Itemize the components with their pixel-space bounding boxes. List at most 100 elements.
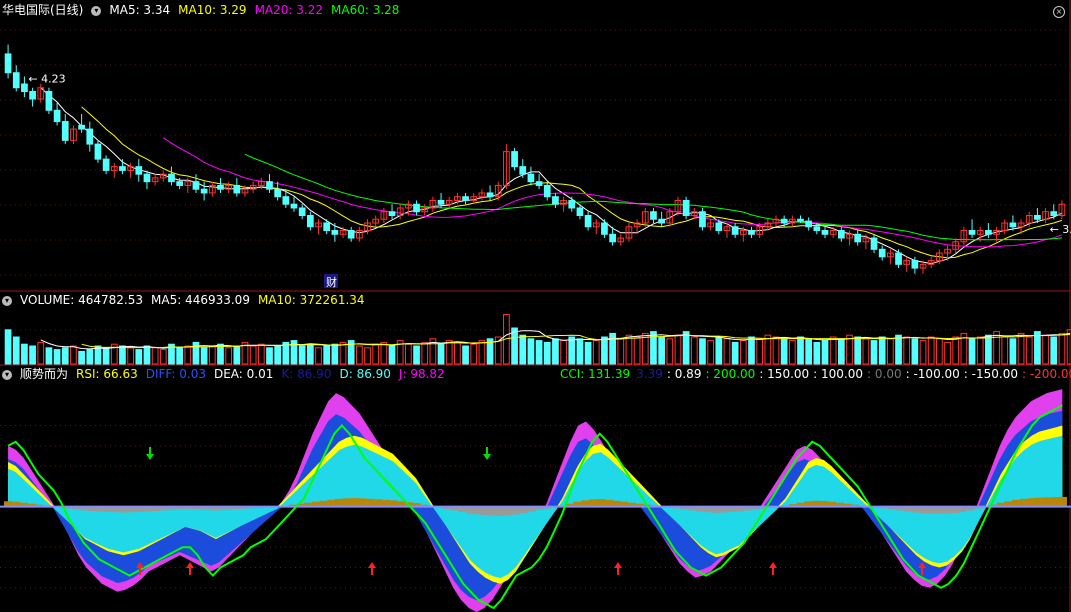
volume-bar (388, 345, 396, 365)
candle (821, 230, 829, 235)
volume-bar (756, 338, 764, 365)
volume-bar (674, 334, 682, 365)
candle (1050, 211, 1058, 216)
chevron-down-icon[interactable]: ▾ (2, 369, 12, 380)
high-price-label: ← 4.23 (28, 72, 65, 85)
volume-bar (413, 345, 420, 365)
candle (21, 83, 28, 93)
candle (200, 188, 208, 194)
candle (413, 203, 420, 213)
volume-bar (682, 331, 690, 365)
candle (731, 226, 739, 235)
volume-bar (70, 345, 77, 365)
ma60-label: MA60: 3.28 (331, 3, 400, 17)
candle (511, 151, 518, 168)
volume-bar (519, 334, 527, 365)
volume-bar (45, 347, 53, 365)
indicator-name[interactable]: 顺势而为 (20, 367, 68, 381)
volume-bar (895, 334, 902, 365)
volume-bar (217, 343, 224, 365)
volume-bar (29, 345, 36, 365)
candle (682, 199, 690, 216)
volume-bar (78, 350, 85, 365)
cci-label: CCI: 131.39 (560, 367, 631, 381)
macd-bar (350, 498, 359, 507)
macd-bar (1027, 498, 1037, 507)
macd-bar (358, 498, 367, 507)
candle (813, 226, 821, 232)
candle (1034, 214, 1041, 220)
candle (911, 260, 919, 269)
volume-bar (257, 343, 265, 365)
level-neg150-label: : -150.00 (963, 367, 1018, 381)
volume-bar (592, 340, 600, 365)
diff-label: DIFF: 0.03 (145, 367, 206, 381)
volume-bar (1058, 332, 1066, 365)
candle (94, 143, 102, 160)
volume-bar (617, 338, 625, 365)
volume-ma5-label: MA5: 446933.09 (151, 293, 250, 307)
kdj-j-area (8, 389, 1063, 612)
candle (4, 53, 12, 74)
volume-bar (331, 343, 339, 365)
level-0-label: : 0.00 (867, 367, 902, 381)
volume-bar (1025, 336, 1033, 365)
volume-bar (723, 338, 731, 365)
volume-bar (748, 336, 755, 365)
buy-arrow-icon (368, 562, 376, 575)
candle (266, 181, 273, 190)
macd-bar (373, 499, 383, 507)
candle (168, 173, 175, 183)
volume-bar (405, 343, 412, 365)
close-icon[interactable]: × (1053, 6, 1065, 18)
volume-bar (715, 336, 723, 365)
sell-arrow-icon (483, 447, 491, 460)
volume-bar (699, 338, 706, 365)
volume-bar (135, 349, 143, 365)
macd-bar (465, 506, 475, 514)
volume-bar (560, 340, 567, 365)
volume-bar (976, 336, 984, 365)
stock-title[interactable]: 华电国际(日线) (2, 3, 83, 17)
volume-bar (119, 345, 126, 365)
macd-bar (1012, 499, 1021, 507)
volume-bar (927, 336, 935, 365)
ma10-label: MA10: 3.29 (178, 3, 247, 17)
volume-bar (568, 336, 576, 365)
volume-bar (878, 336, 886, 365)
volume-bar (478, 340, 486, 365)
volume-bar (772, 336, 780, 365)
buy-arrow-icon (186, 562, 194, 575)
chevron-down-icon[interactable]: ▾ (2, 295, 12, 306)
candle (576, 207, 584, 216)
candle (584, 214, 592, 228)
blue-band-area (8, 410, 1063, 601)
macd-bar (1058, 496, 1067, 507)
volume-label: VOLUME: 464782.53 (20, 293, 143, 307)
volume-bar (837, 338, 845, 365)
volume-bar (993, 331, 1000, 365)
volume-bar (372, 343, 380, 365)
chevron-down-icon[interactable]: ▾ (91, 5, 102, 16)
candle (298, 207, 306, 216)
volume-bar (437, 343, 445, 365)
level-100-label: : 100.00 (813, 367, 864, 381)
macd-bar (473, 506, 483, 515)
candle (233, 184, 241, 194)
volume-bar (887, 338, 894, 365)
candle (870, 237, 878, 250)
candle (86, 128, 94, 145)
candle (12, 72, 20, 89)
candle (568, 199, 576, 209)
volume-bar (829, 336, 837, 365)
volume-bar (274, 345, 282, 365)
d-label: D: 86.90 (339, 367, 391, 381)
macd-bar (1042, 497, 1052, 507)
volume-bar (445, 340, 453, 365)
candle (437, 199, 445, 205)
level-neg200-label: : -200.00 (1021, 367, 1071, 381)
macd-bar (381, 499, 390, 507)
volume-ma10-label: MA10: 372261.34 (257, 293, 365, 307)
volume-bar (903, 336, 911, 365)
macd-bar (342, 498, 352, 507)
